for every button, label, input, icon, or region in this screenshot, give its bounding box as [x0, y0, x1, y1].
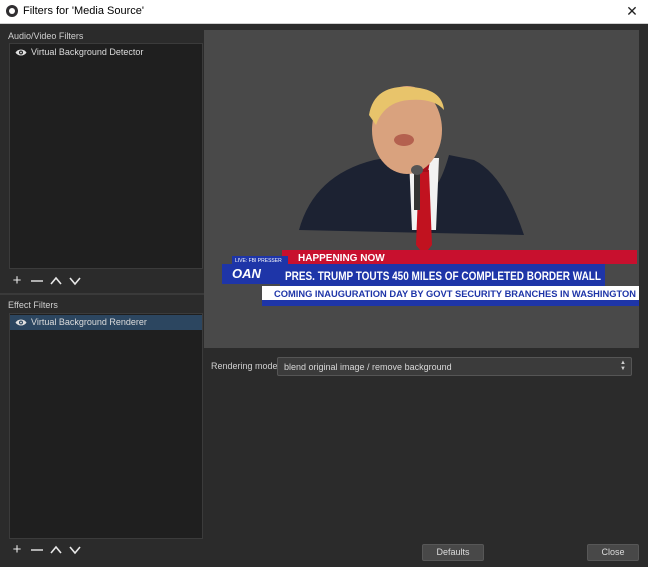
rendering-mode-value: blend original image / remove background	[284, 362, 452, 372]
add-audio-filter-button[interactable]: +	[10, 273, 24, 288]
happening-now-text: HAPPENING NOW	[298, 253, 385, 264]
title-bar: Filters for 'Media Source' ✕	[0, 0, 648, 24]
audio-video-filters-label: Audio/Video Filters	[8, 31, 84, 41]
defaults-button[interactable]: Defaults	[422, 544, 484, 561]
remove-effect-filter-button[interactable]	[30, 543, 44, 557]
ticker-text: COMING INAUGURATION DAY BY GOVT SECURITY…	[274, 289, 636, 299]
audio-video-filters-list[interactable]: Virtual Background Detector	[9, 43, 203, 269]
move-down-effect-filter-button[interactable]	[68, 543, 82, 557]
ticker-bar	[262, 300, 639, 306]
preview-frame: LIVE: FBI PRESSER OAN HAPPENING NOW PRES…	[222, 86, 639, 306]
eye-icon[interactable]	[15, 48, 27, 57]
rendering-mode-select[interactable]: blend original image / remove background…	[277, 357, 632, 376]
oan-logo: OAN	[232, 266, 262, 281]
move-up-effect-filter-button[interactable]	[49, 543, 63, 557]
move-down-audio-filter-button[interactable]	[68, 274, 82, 288]
speaker-figure	[299, 86, 524, 255]
headline-text: PRES. TRUMP TOUTS 450 MILES OF COMPLETED…	[285, 271, 601, 283]
eye-icon[interactable]	[15, 318, 27, 327]
window-close-button[interactable]: ✕	[624, 2, 640, 20]
list-item-virtual-background-detector[interactable]: Virtual Background Detector	[10, 45, 202, 60]
effect-filters-list[interactable]: Virtual Background Renderer	[9, 313, 203, 539]
filter-name: Virtual Background Detector	[31, 47, 144, 57]
filter-preview: LIVE: FBI PRESSER OAN HAPPENING NOW PRES…	[204, 30, 639, 348]
obs-logo-icon	[6, 5, 18, 17]
remove-audio-filter-button[interactable]	[30, 274, 44, 288]
move-up-audio-filter-button[interactable]	[49, 274, 63, 288]
effect-filters-label: Effect Filters	[8, 300, 58, 310]
list-item-virtual-background-renderer[interactable]: Virtual Background Renderer	[10, 315, 202, 330]
rendering-mode-label: Rendering mode	[211, 361, 278, 371]
window-title: Filters for 'Media Source'	[23, 5, 144, 17]
close-button[interactable]: Close	[587, 544, 639, 561]
filter-name: Virtual Background Renderer	[31, 317, 147, 327]
add-effect-filter-button[interactable]: +	[10, 542, 24, 557]
updown-chevron-icon: ▲ ▼	[620, 360, 626, 372]
splitter[interactable]	[0, 293, 204, 295]
live-tag: LIVE: FBI PRESSER	[235, 258, 282, 264]
